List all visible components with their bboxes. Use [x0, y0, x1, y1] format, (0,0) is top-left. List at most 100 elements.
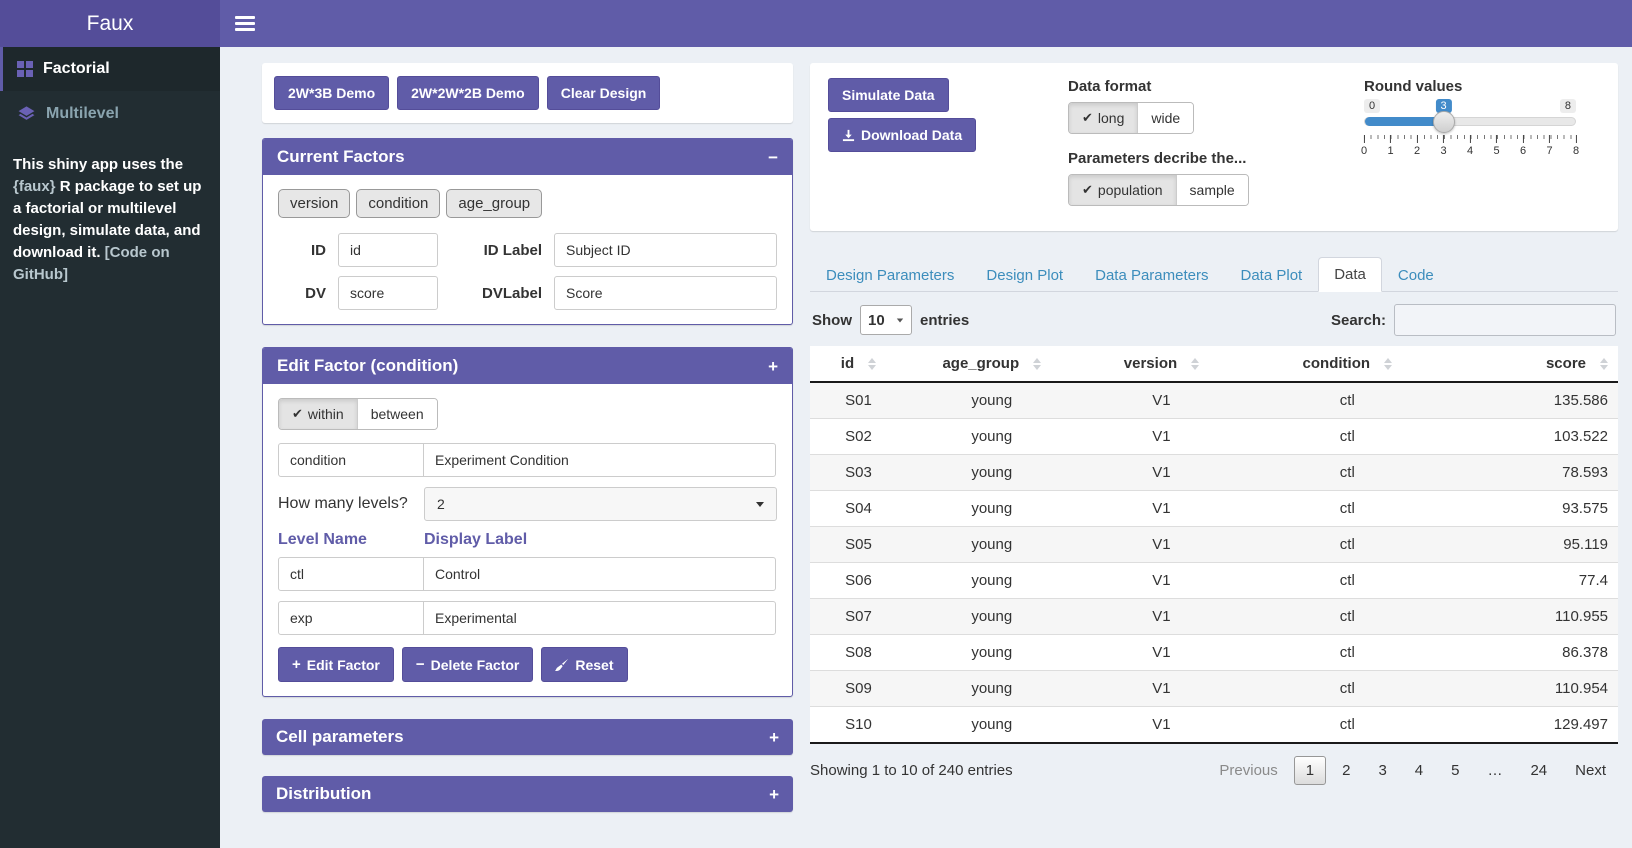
pagination-ellipsis: … [1475, 756, 1514, 785]
sample-option[interactable]: sample [1176, 175, 1248, 205]
distribution-panel[interactable]: Distribution + [262, 776, 793, 812]
sidebar-toggle-icon[interactable] [235, 13, 255, 34]
level-2-label-field[interactable] [423, 601, 776, 635]
demo-2w2w2b-button[interactable]: 2W*2W*2B Demo [397, 76, 539, 110]
page-button-24[interactable]: 24 [1518, 756, 1559, 785]
table-row: S03youngV1ctl78.593 [810, 455, 1618, 491]
id-label: ID [278, 242, 326, 259]
brush-icon [555, 658, 569, 672]
current-factors-box: Current Factors − version condition age_… [262, 138, 793, 325]
data-format-label: Data format [1068, 78, 1318, 95]
cell-score: 103.522 [1448, 419, 1618, 455]
next-page-button[interactable]: Next [1563, 756, 1618, 785]
previous-page-button[interactable]: Previous [1207, 756, 1289, 785]
dvlabel-field[interactable] [554, 276, 777, 310]
between-option[interactable]: between [357, 399, 437, 429]
page-button-2[interactable]: 2 [1330, 756, 1362, 785]
factor-display-label-field[interactable] [423, 443, 776, 477]
collapse-plus-icon[interactable]: + [769, 729, 779, 746]
dvlabel-label: DVLabel [450, 285, 542, 302]
cell-version: V1 [1077, 455, 1247, 491]
download-data-button[interactable]: Download Data [828, 118, 976, 152]
tick-label: 6 [1520, 145, 1526, 157]
slider-handle[interactable] [1433, 111, 1455, 133]
option-label: long [1098, 110, 1124, 126]
simulate-data-button[interactable]: Simulate Data [828, 78, 949, 112]
option-label: sample [1190, 182, 1235, 198]
collapse-plus-icon[interactable]: + [768, 358, 778, 375]
page-button-4[interactable]: 4 [1403, 756, 1435, 785]
sidebar-item-factorial[interactable]: Factorial [0, 47, 220, 91]
column-header-id[interactable]: id [810, 346, 907, 382]
tab-data-parameters[interactable]: Data Parameters [1079, 258, 1224, 292]
column-header-version[interactable]: version [1077, 346, 1247, 382]
tab-design-parameters[interactable]: Design Parameters [810, 258, 970, 292]
cell-parameters-panel[interactable]: Cell parameters + [262, 719, 793, 755]
cell-condition: ctl [1246, 527, 1448, 563]
page-button-5[interactable]: 5 [1439, 756, 1471, 785]
option-label: between [371, 406, 424, 422]
id-label-field[interactable] [554, 233, 777, 267]
tab-code[interactable]: Code [1382, 258, 1450, 292]
cell-id: S06 [810, 563, 907, 599]
levels-count-select[interactable]: 2 [424, 487, 777, 521]
population-option[interactable]: ✔ population [1069, 175, 1176, 205]
collapse-minus-icon[interactable]: − [768, 149, 778, 166]
long-option[interactable]: ✔ long [1069, 103, 1137, 133]
panel-title: Cell parameters [276, 727, 404, 747]
column-header-condition[interactable]: condition [1246, 346, 1448, 382]
collapse-plus-icon[interactable]: + [769, 786, 779, 803]
page-button-3[interactable]: 3 [1366, 756, 1398, 785]
dv-field[interactable] [338, 276, 438, 310]
cell-condition: ctl [1246, 382, 1448, 419]
wide-option[interactable]: wide [1137, 103, 1193, 133]
page-button-1[interactable]: 1 [1294, 756, 1326, 785]
cell-score: 78.593 [1448, 455, 1618, 491]
id-field[interactable] [338, 233, 438, 267]
level-2-name-field[interactable] [278, 601, 424, 635]
level-name-header: Level Name [278, 531, 424, 549]
search-input[interactable] [1394, 304, 1616, 336]
sidebar-item-multilevel[interactable]: Multilevel [0, 91, 220, 136]
clear-design-button[interactable]: Clear Design [547, 76, 661, 110]
app-logo[interactable]: Faux [0, 0, 220, 47]
within-option[interactable]: ✔ within [279, 399, 357, 429]
tick-label: 8 [1573, 145, 1579, 157]
cell-condition: ctl [1246, 419, 1448, 455]
column-header-score[interactable]: score [1448, 346, 1618, 382]
sidebar-item-label: Multilevel [46, 105, 119, 123]
cell-age-group: young [907, 527, 1077, 563]
table-row: S06youngV1ctl77.4 [810, 563, 1618, 599]
design-column: 2W*3B Demo 2W*2W*2B Demo Clear Design Cu… [262, 63, 793, 838]
delete-factor-button[interactable]: − Delete Factor [402, 647, 533, 682]
cell-condition: ctl [1246, 635, 1448, 671]
level-1-label-field[interactable] [423, 557, 776, 591]
cell-age-group: young [907, 382, 1077, 419]
faux-package-link[interactable]: {faux} [13, 178, 56, 195]
table-footer: Showing 1 to 10 of 240 entries Previous … [810, 756, 1618, 785]
reset-button[interactable]: Reset [541, 647, 627, 682]
cell-version: V1 [1077, 599, 1247, 635]
tab-data-plot[interactable]: Data Plot [1225, 258, 1319, 292]
round-values-label: Round values [1364, 78, 1576, 95]
edit-factor-button[interactable]: + Edit Factor [278, 647, 394, 682]
tab-design-plot[interactable]: Design Plot [970, 258, 1079, 292]
slider-track[interactable] [1364, 117, 1576, 126]
tick-label: 0 [1361, 145, 1367, 157]
current-factors-header: Current Factors − [263, 139, 792, 175]
demo-2w3b-button[interactable]: 2W*3B Demo [274, 76, 389, 110]
factor-name-field[interactable] [278, 443, 424, 477]
tab-data[interactable]: Data [1318, 257, 1382, 292]
search-label: Search: [1331, 312, 1386, 329]
factor-pill-version[interactable]: version [278, 189, 350, 218]
chevron-down-icon [756, 502, 764, 507]
factor-pill-age-group[interactable]: age_group [446, 189, 542, 218]
levels-count-row: How many levels? 2 [278, 487, 777, 521]
column-header-age-group[interactable]: age_group [907, 346, 1077, 382]
show-label: Show [812, 312, 852, 329]
factor-pill-condition[interactable]: condition [356, 189, 440, 218]
button-label: Edit Factor [307, 657, 380, 673]
layers-icon [17, 104, 36, 123]
level-1-name-field[interactable] [278, 557, 424, 591]
page-size-select[interactable]: 10 [860, 305, 912, 335]
